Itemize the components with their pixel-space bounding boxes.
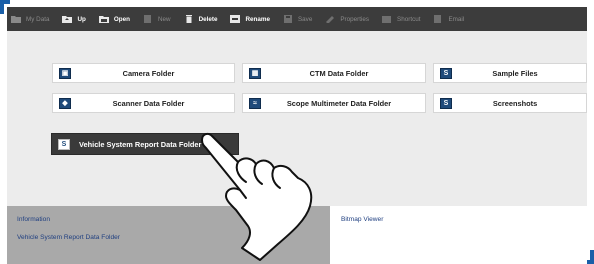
folder-ctm[interactable]: ▦ CTM Data Folder bbox=[242, 63, 426, 83]
toolbar-open-label: Open bbox=[113, 15, 130, 23]
toolbar-open-button[interactable]: Open bbox=[98, 15, 130, 23]
save-icon bbox=[283, 15, 292, 23]
toolbar-up-button[interactable]: Up bbox=[62, 15, 86, 23]
folder-camera-label: Camera Folder bbox=[122, 68, 175, 78]
toolbar-save-button[interactable]: Save bbox=[283, 15, 312, 23]
folder-icon bbox=[11, 16, 21, 23]
properties-icon bbox=[326, 16, 335, 23]
snap-on-folder-icon: S bbox=[58, 139, 70, 150]
toolbar-new-label: New bbox=[157, 15, 171, 23]
rename-icon bbox=[230, 15, 241, 23]
toolbar-rename-label: Rename bbox=[245, 15, 270, 23]
toolbar-delete-label: Delete bbox=[198, 15, 218, 23]
open-folder-icon bbox=[98, 16, 109, 23]
toolbar-my-data-label: My Data bbox=[26, 15, 50, 23]
camera-folder-icon: ▣ bbox=[59, 68, 71, 79]
snap-on-folder-icon: S bbox=[440, 98, 452, 109]
folder-ctm-label: CTM Data Folder bbox=[309, 68, 369, 78]
toolbar-shortcut-label: Shortcut bbox=[397, 15, 421, 23]
folder-camera[interactable]: ▣ Camera Folder bbox=[52, 63, 235, 83]
scope-folder-icon: ≈ bbox=[249, 98, 261, 109]
folder-sample-files-label: Sample Files bbox=[492, 68, 538, 78]
folder-sample-files[interactable]: S Sample Files bbox=[433, 63, 587, 83]
trash-icon bbox=[185, 15, 192, 23]
toolbar-my-data-button[interactable]: My Data bbox=[11, 15, 49, 23]
folder-scanner-label: Scanner Data Folder bbox=[112, 98, 185, 108]
folder-scope-multimeter[interactable]: ≈ Scope Multimeter Data Folder bbox=[242, 93, 426, 113]
toolbar-up-label: Up bbox=[77, 15, 86, 23]
toolbar-email-label: Email bbox=[448, 15, 465, 23]
snap-on-folder-icon: S bbox=[440, 68, 452, 79]
folder-screenshots-label: Screenshots bbox=[492, 98, 538, 108]
toolbar-save-label: Save bbox=[297, 15, 313, 23]
email-icon bbox=[434, 15, 442, 23]
shortcut-icon bbox=[382, 16, 392, 23]
toolbar: My Data Up Open New Delete Rename Save P… bbox=[7, 7, 587, 31]
toolbar-shortcut-button[interactable]: Shortcut bbox=[382, 15, 420, 23]
bitmap-viewer-panel: Bitmap Viewer bbox=[330, 206, 587, 264]
toolbar-properties-button[interactable]: Properties bbox=[325, 15, 369, 23]
ctm-folder-icon: ▦ bbox=[249, 68, 261, 79]
folder-up-icon bbox=[62, 16, 73, 23]
toolbar-delete-button[interactable]: Delete bbox=[184, 15, 218, 23]
toolbar-rename-button[interactable]: Rename bbox=[230, 15, 270, 23]
new-folder-icon bbox=[143, 15, 151, 23]
folder-screenshots[interactable]: S Screenshots bbox=[433, 93, 587, 113]
toolbar-new-button[interactable]: New bbox=[143, 15, 171, 23]
folder-scope-multimeter-label: Scope Multimeter Data Folder bbox=[286, 98, 392, 108]
pointing-hand-icon bbox=[201, 132, 313, 261]
information-value: Vehicle System Report Data Folder bbox=[17, 234, 120, 241]
folder-scanner[interactable]: ◆ Scanner Data Folder bbox=[52, 93, 235, 113]
toolbar-properties-label: Properties bbox=[340, 15, 370, 23]
scanner-folder-icon: ◆ bbox=[59, 98, 71, 109]
toolbar-email-button[interactable]: Email bbox=[433, 15, 464, 23]
bitmap-viewer-title: Bitmap Viewer bbox=[341, 216, 384, 223]
information-title: Information bbox=[17, 216, 50, 223]
